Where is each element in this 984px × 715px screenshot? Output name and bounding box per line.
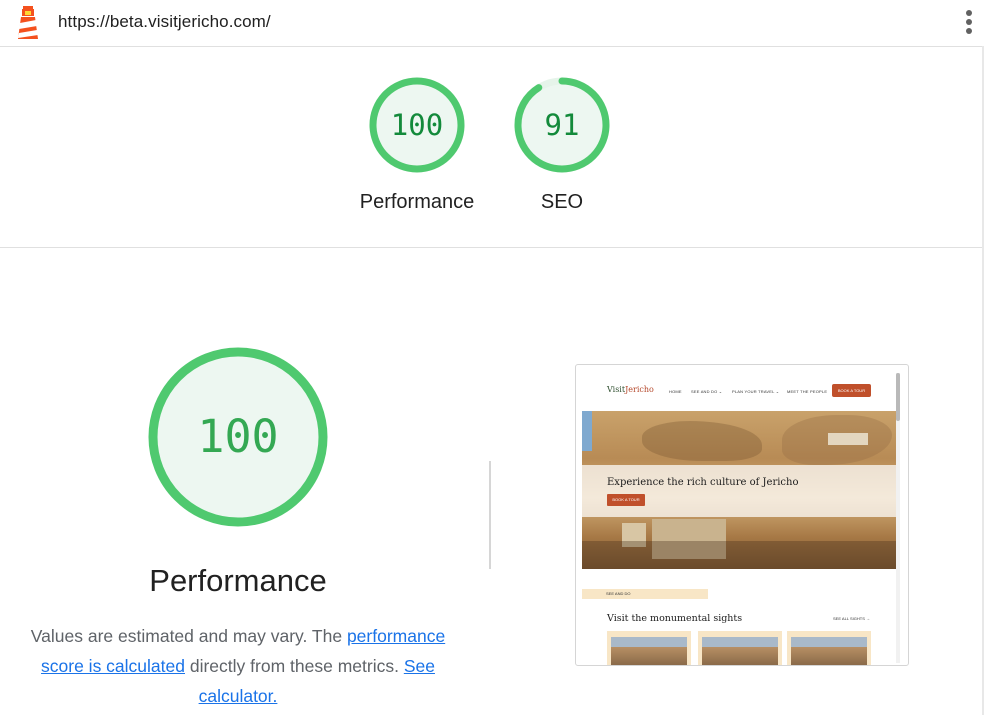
report-topbar: https://beta.visitjericho.com/ bbox=[0, 0, 984, 47]
thumb-hero-title: Experience the rich culture of Jericho bbox=[607, 477, 799, 488]
gauge-score: 100 bbox=[390, 108, 444, 142]
desc-text: directly from these metrics. bbox=[185, 656, 404, 676]
section-divider bbox=[0, 247, 982, 248]
desc-text: Values are estimated and may vary. The bbox=[30, 626, 347, 646]
gauge-seo[interactable]: 91 SEO bbox=[514, 77, 610, 213]
gauge-label: SEO bbox=[540, 191, 584, 213]
vertical-divider bbox=[489, 461, 491, 569]
gauge-score: 91 bbox=[544, 108, 580, 142]
thumb-section-title: Visit the monumental sights bbox=[607, 613, 743, 624]
thumb-hero-button: BOOK A TOUR bbox=[607, 494, 645, 506]
performance-title: Performance bbox=[149, 563, 327, 598]
performance-gauge-large: 100 bbox=[146, 345, 330, 529]
report-url: https://beta.visitjericho.com/ bbox=[58, 12, 271, 31]
thumb-hero-image bbox=[582, 411, 897, 569]
performance-score: 100 bbox=[197, 410, 279, 463]
thumb-scrollbar bbox=[896, 373, 900, 663]
final-screenshot[interactable]: VisitJericho HOME SEE AND DO ⌄ PLAN YOUR… bbox=[575, 364, 909, 666]
thumb-nav-item: SEE AND DO ⌄ bbox=[691, 389, 723, 394]
thumb-nav-item: PLAN YOUR TRAVEL ⌄ bbox=[732, 389, 780, 394]
thumb-logo: VisitJericho bbox=[607, 385, 654, 394]
thumb-see-all: SEE ALL SIGHTS → bbox=[833, 616, 870, 621]
thumb-card bbox=[607, 631, 691, 665]
lighthouse-icon bbox=[18, 6, 38, 39]
thumb-card bbox=[787, 631, 871, 665]
thumb-nav-item: HOME bbox=[669, 389, 682, 394]
gauge-performance[interactable]: 100 Performance bbox=[360, 77, 474, 213]
more-vert-icon[interactable] bbox=[962, 10, 976, 36]
thumb-book-button: BOOK A TOUR bbox=[832, 384, 871, 397]
performance-description: Values are estimated and may vary. The p… bbox=[18, 621, 458, 711]
thumb-card bbox=[698, 631, 782, 665]
thumb-tag: SEE AND DO bbox=[582, 589, 708, 599]
thumb-nav-item: MEET THE PEOPLE bbox=[787, 389, 828, 394]
